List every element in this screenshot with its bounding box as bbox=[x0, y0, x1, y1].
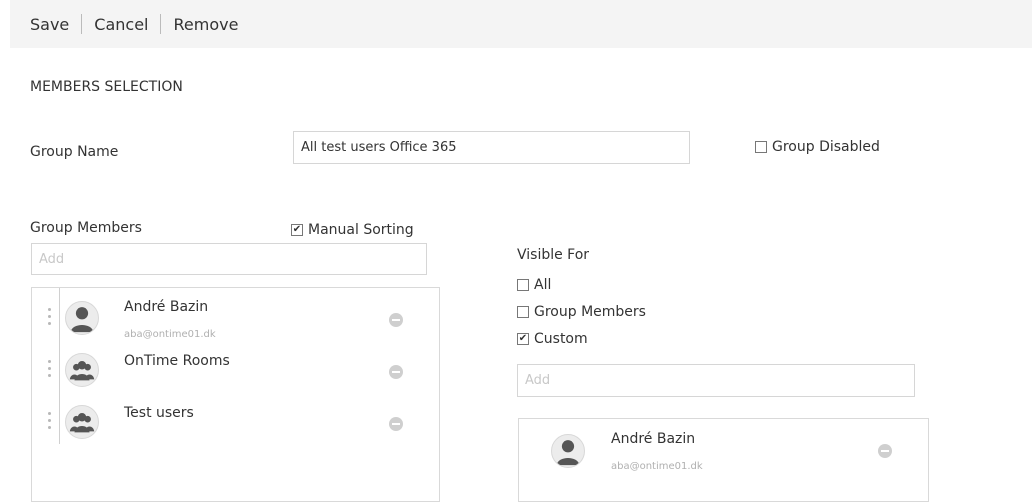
cancel-button[interactable]: Cancel bbox=[82, 15, 160, 34]
visible-custom-label: Custom bbox=[534, 331, 588, 347]
user-avatar-icon bbox=[65, 301, 99, 335]
toolbar: Save Cancel Remove bbox=[10, 0, 1032, 48]
manual-sorting-checkbox-row[interactable]: ✔ Manual Sorting bbox=[291, 222, 414, 238]
group-members-list: André Bazin aba@ontime01.dk OnTime Rooms bbox=[31, 287, 440, 502]
save-button[interactable]: Save bbox=[30, 15, 81, 34]
visible-for-label: Visible For bbox=[517, 247, 590, 263]
drag-handle-icon[interactable] bbox=[48, 360, 52, 380]
visible-all-label: All bbox=[534, 277, 552, 293]
manual-sorting-checkbox[interactable]: ✔ bbox=[291, 224, 303, 236]
group-disabled-label: Group Disabled bbox=[772, 139, 880, 155]
list-item: OnTime Rooms bbox=[32, 350, 439, 400]
member-name: André Bazin bbox=[611, 431, 696, 447]
group-members-label: Group Members bbox=[30, 220, 142, 236]
member-name: Test users bbox=[124, 405, 194, 421]
remove-button[interactable]: Remove bbox=[161, 15, 250, 34]
group-name-label: Group Name bbox=[30, 144, 119, 160]
drag-handle-icon[interactable] bbox=[48, 308, 52, 328]
group-disabled-checkbox-row[interactable]: Group Disabled bbox=[755, 139, 880, 155]
group-avatar-icon bbox=[65, 353, 99, 387]
visible-group-members-checkbox[interactable] bbox=[517, 306, 529, 318]
visible-for-list: André Bazin aba@ontime01.dk bbox=[518, 418, 929, 502]
visible-group-members-label: Group Members bbox=[534, 304, 646, 320]
list-item: Test users bbox=[32, 402, 439, 452]
minus-circle-icon[interactable] bbox=[389, 417, 403, 431]
user-avatar-icon bbox=[551, 434, 585, 468]
section-title: MEMBERS SELECTION bbox=[30, 79, 183, 95]
visible-for-add-input[interactable] bbox=[517, 364, 915, 397]
checkmark-icon: ✔ bbox=[292, 224, 302, 235]
group-members-add-input[interactable] bbox=[31, 243, 427, 275]
checkmark-icon: ✔ bbox=[518, 333, 528, 344]
group-disabled-checkbox[interactable] bbox=[755, 141, 767, 153]
visible-all-checkbox-row[interactable]: All bbox=[517, 277, 551, 293]
member-email: aba@ontime01.dk bbox=[124, 329, 216, 340]
visible-group-members-checkbox-row[interactable]: Group Members bbox=[517, 304, 646, 320]
member-email: aba@ontime01.dk bbox=[611, 461, 703, 472]
minus-circle-icon[interactable] bbox=[878, 444, 892, 458]
list-item: André Bazin aba@ontime01.dk bbox=[32, 298, 439, 348]
member-name: OnTime Rooms bbox=[124, 353, 230, 369]
minus-circle-icon[interactable] bbox=[389, 313, 403, 327]
visible-all-checkbox[interactable] bbox=[517, 279, 529, 291]
member-name: André Bazin bbox=[124, 299, 209, 315]
visible-custom-checkbox[interactable]: ✔ bbox=[517, 333, 529, 345]
manual-sorting-label: Manual Sorting bbox=[308, 222, 414, 238]
group-avatar-icon bbox=[65, 405, 99, 439]
list-item: André Bazin aba@ontime01.dk bbox=[519, 431, 928, 481]
group-name-input[interactable] bbox=[293, 131, 690, 164]
drag-handle-icon[interactable] bbox=[48, 412, 52, 432]
minus-circle-icon[interactable] bbox=[389, 365, 403, 379]
visible-custom-checkbox-row[interactable]: ✔ Custom bbox=[517, 331, 588, 347]
